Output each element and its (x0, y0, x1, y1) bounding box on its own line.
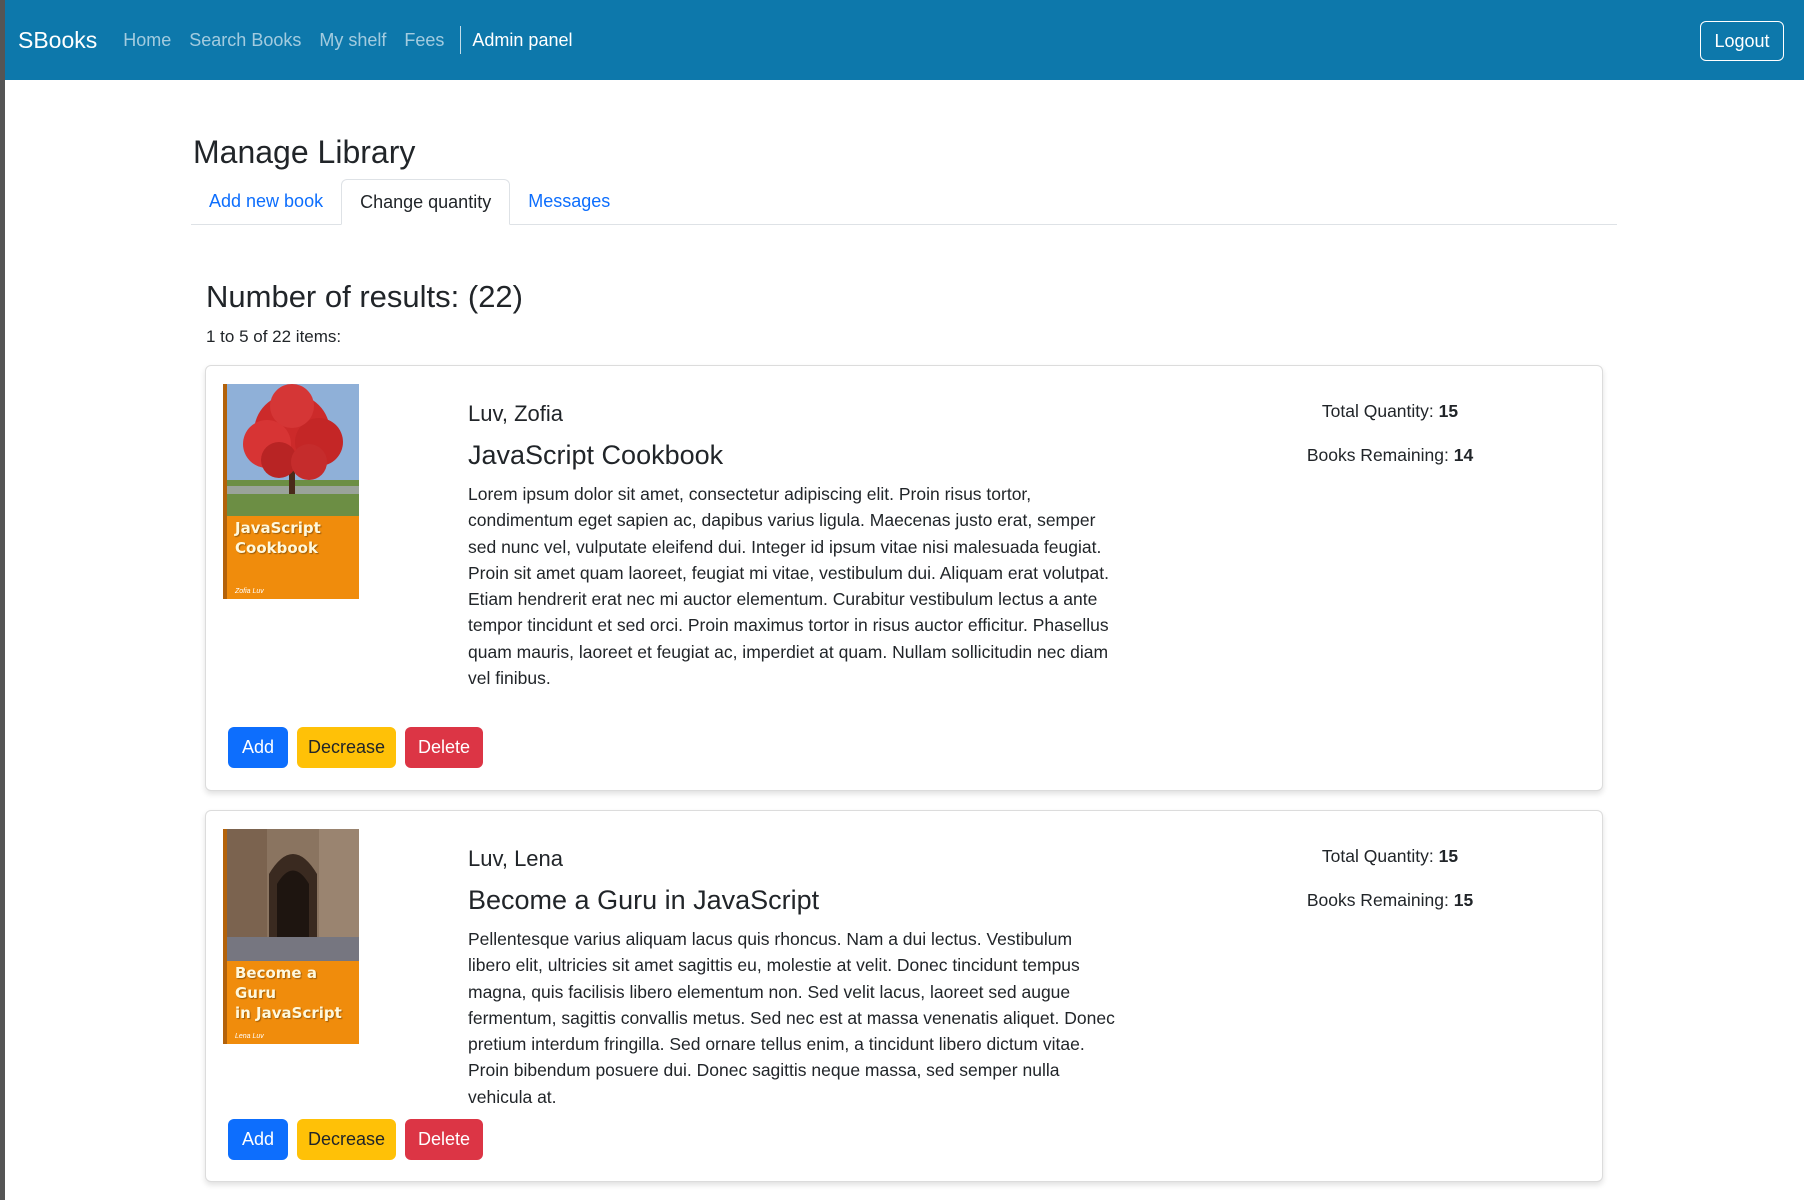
quantity-info: Total Quantity: 15 Books Remaining: 14 (1276, 401, 1504, 489)
book-description: Lorem ipsum dolor sit amet, consectetur … (468, 484, 1110, 689)
books-remaining: Books Remaining: 15 (1306, 890, 1474, 910)
book-info: Luv, Zofia JavaScript Cookbook Lorem ips… (468, 401, 1118, 691)
books-remaining: Books Remaining: 14 (1306, 445, 1474, 465)
logout-button[interactable]: Logout (1700, 21, 1784, 61)
total-quantity-value: 15 (1438, 846, 1459, 866)
window-edge (0, 0, 5, 1200)
total-quantity-value: 15 (1438, 401, 1459, 421)
cover-title-text: Become a Guru in JavaScript (235, 964, 342, 1022)
decrease-button[interactable]: Decrease (297, 1119, 396, 1160)
book-description: Pellentesque varius aliquam lacus quis r… (468, 929, 1115, 1107)
decrease-button[interactable]: Decrease (297, 727, 396, 768)
total-quantity: Total Quantity: 15 (1321, 401, 1459, 421)
tab-change-quantity[interactable]: Change quantity (341, 179, 511, 225)
tab-add-new-book[interactable]: Add new book (191, 178, 341, 224)
book-card: JavaScript Cookbook Zofia Luv Luv, Zofia… (205, 365, 1603, 791)
delete-button[interactable]: Delete (405, 727, 483, 768)
nav-fees[interactable]: Fees (404, 30, 444, 51)
books-remaining-value: 14 (1453, 445, 1474, 465)
page-title: Manage Library (193, 134, 416, 170)
total-quantity: Total Quantity: 15 (1321, 846, 1459, 866)
book-card: Become a Guru in JavaScript Lena Luv Luv… (205, 810, 1603, 1182)
brand-logo[interactable]: SBooks (18, 27, 97, 54)
book-actions: Add Decrease Delete (228, 727, 483, 768)
tree-photo-icon (227, 384, 359, 516)
book-cover-image: Become a Guru in JavaScript Lena Luv (223, 829, 359, 1044)
books-remaining-value: 15 (1453, 890, 1474, 910)
archway-photo-icon (227, 829, 359, 961)
add-button[interactable]: Add (228, 1119, 288, 1160)
top-navbar: SBooks Home Search Books My shelf Fees A… (5, 0, 1804, 80)
delete-button[interactable]: Delete (405, 1119, 483, 1160)
book-cover-image: JavaScript Cookbook Zofia Luv (223, 384, 359, 599)
book-title: Become a Guru in JavaScript (468, 885, 820, 915)
results-range: 1 to 5 of 22 items: (206, 327, 342, 346)
admin-tabs: Add new book Change quantity Messages (191, 179, 1617, 225)
book-title: JavaScript Cookbook (468, 440, 724, 470)
book-author: Luv, Zofia (468, 401, 563, 426)
nav-home[interactable]: Home (123, 30, 171, 51)
book-actions: Add Decrease Delete (228, 1119, 483, 1160)
cover-title-text: JavaScript Cookbook (235, 519, 321, 557)
cover-author-text: Lena Luv (235, 1033, 264, 1040)
cover-author-text: Zofia Luv (235, 588, 264, 595)
results-count-heading: Number of results: (22) (206, 279, 523, 314)
nav-divider (460, 26, 462, 54)
book-info: Luv, Lena Become a Guru in JavaScript Pe… (468, 846, 1118, 1110)
tab-messages[interactable]: Messages (510, 178, 628, 224)
main-content: Manage Library Add new book Change quant… (191, 80, 1617, 1182)
book-author: Luv, Lena (468, 846, 564, 871)
quantity-info: Total Quantity: 15 Books Remaining: 15 (1276, 846, 1504, 934)
nav-search-books[interactable]: Search Books (189, 30, 301, 51)
add-button[interactable]: Add (228, 727, 288, 768)
nav-my-shelf[interactable]: My shelf (319, 30, 386, 51)
nav-admin-panel[interactable]: Admin panel (472, 30, 572, 51)
